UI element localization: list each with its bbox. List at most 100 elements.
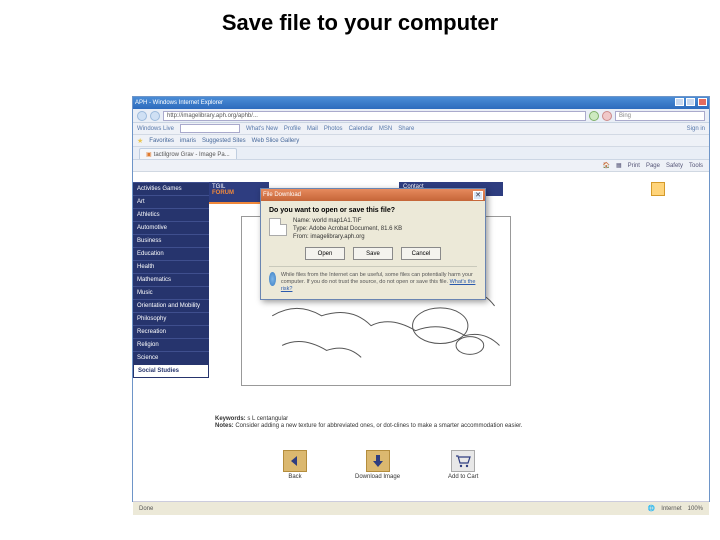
sidebar-item[interactable]: Philosophy	[133, 312, 209, 325]
search-box[interactable]: Bing	[615, 111, 705, 121]
file-name-label: Name:	[293, 218, 311, 224]
tab-title: tactilgrow Grav - Image Pa...	[154, 152, 230, 158]
cmd-feeds[interactable]: ▦	[616, 162, 622, 169]
sidebar-item[interactable]: Recreation	[133, 325, 209, 338]
file-name-value: world map1A1.TIF	[312, 218, 361, 224]
live-search-field[interactable]	[180, 124, 240, 133]
dialog-title: File Download	[263, 192, 301, 198]
sidebar-item[interactable]: Automotive	[133, 221, 209, 234]
live-profile[interactable]: Profile	[284, 126, 301, 132]
dialog-close-button[interactable]: ✕	[473, 191, 483, 200]
logo-line2: FORUM	[212, 190, 266, 196]
sidebar-item[interactable]: Business	[133, 234, 209, 247]
banner-widget[interactable]	[651, 182, 665, 196]
cart-icon	[451, 450, 475, 472]
cancel-button[interactable]: Cancel	[401, 247, 441, 260]
favbar-link-1[interactable]: imaris	[180, 138, 196, 144]
category-sidebar: Activities Games Art Athletics Automotiv…	[133, 182, 209, 378]
save-button[interactable]: Save	[353, 247, 393, 260]
forward-nav-button[interactable]	[150, 111, 160, 121]
cmd-safety[interactable]: Safety	[666, 163, 683, 169]
sidebar-item[interactable]: Religion	[133, 338, 209, 351]
file-type-value: Adobe Acrobat Document, 81.6 KB	[309, 226, 402, 232]
zoom-level[interactable]: 100%	[688, 506, 703, 512]
open-button[interactable]: Open	[305, 247, 345, 260]
live-photos[interactable]: Photos	[324, 126, 343, 132]
window-title: APH - Windows Internet Explorer	[135, 100, 223, 106]
dialog-warning: While files from the Internet can be use…	[269, 266, 477, 293]
live-calendar[interactable]: Calendar	[349, 126, 373, 132]
download-arrow-icon	[366, 450, 390, 472]
sidebar-item[interactable]: Science	[133, 351, 209, 364]
close-button[interactable]	[698, 98, 707, 106]
shield-icon	[269, 272, 276, 286]
cmd-tools[interactable]: Tools	[689, 163, 703, 169]
live-whatshot[interactable]: What's New	[246, 126, 278, 132]
keywords-value: s L centangular	[247, 416, 288, 422]
status-bar: Done 🌐 Internet 100%	[133, 501, 709, 515]
cmd-home[interactable]: 🏠	[602, 162, 609, 169]
sidebar-item[interactable]: Mathematics	[133, 273, 209, 286]
slide-title: Save file to your computer	[0, 0, 720, 42]
file-type-label: Type:	[293, 226, 308, 232]
file-info: Name: world map1A1.TIF Type: Adobe Acrob…	[293, 218, 402, 241]
sidebar-item-active[interactable]: Social Studies	[133, 364, 209, 378]
search-placeholder: Bing	[619, 113, 631, 119]
back-arrow-icon	[283, 450, 307, 472]
sidebar-item[interactable]: Athletics	[133, 208, 209, 221]
status-done: Done	[139, 506, 153, 512]
favbar-link-2[interactable]: Suggested Sites	[202, 138, 246, 144]
sidebar-item[interactable]: Education	[133, 247, 209, 260]
stop-button[interactable]	[602, 111, 612, 121]
file-download-dialog: File Download ✕ Do you want to open or s…	[260, 188, 486, 300]
tab-favicon-icon: ▣	[146, 151, 152, 158]
live-label: Windows Live	[137, 126, 174, 132]
favorites-label[interactable]: Favorites	[149, 138, 174, 144]
dialog-buttons: Open Save Cancel	[269, 247, 477, 260]
sidebar-item[interactable]: Art	[133, 195, 209, 208]
cart-label: Add to Cart	[448, 474, 478, 480]
warning-text: While files from the Internet can be use…	[281, 272, 473, 285]
windows-live-toolbar: Windows Live What's New Profile Mail Pho…	[133, 123, 709, 135]
dialog-body: Do you want to open or save this file? N…	[261, 201, 485, 299]
file-from-value: imagelibrary.aph.org	[310, 234, 364, 240]
cmd-page[interactable]: Page	[646, 163, 660, 169]
live-share[interactable]: Share	[398, 126, 414, 132]
dialog-question: Do you want to open or save this file?	[269, 207, 477, 214]
live-mail[interactable]: Mail	[307, 126, 318, 132]
sidebar-item[interactable]: Activities Games	[133, 182, 209, 195]
favorites-bar: ★ Favorites imaris Suggested Sites Web S…	[133, 135, 709, 147]
cart-action[interactable]: Add to Cart	[448, 450, 478, 480]
download-action[interactable]: Download Image	[355, 450, 400, 480]
back-nav-button[interactable]	[137, 111, 147, 121]
nav-toolbar: http://imagelibrary.aph.org/aphb/... Bin…	[133, 109, 709, 123]
back-label: Back	[288, 474, 301, 480]
back-action[interactable]: Back	[283, 450, 307, 480]
signin-link[interactable]: Sign in	[687, 126, 705, 132]
window-titlebar: APH - Windows Internet Explorer	[133, 97, 709, 109]
maximize-button[interactable]	[686, 98, 695, 106]
dialog-titlebar: File Download ✕	[261, 189, 485, 201]
refresh-button[interactable]	[589, 111, 599, 121]
window-controls	[674, 98, 707, 108]
address-url: http://imagelibrary.aph.org/aphb/...	[167, 113, 258, 119]
notes-value: Consider adding a new texture for abbrev…	[235, 423, 522, 429]
notes-label: Notes:	[215, 423, 234, 429]
sidebar-item[interactable]: Music	[133, 286, 209, 299]
keywords-label: Keywords:	[215, 416, 246, 422]
globe-icon: 🌐	[648, 505, 655, 512]
file-from-label: From:	[293, 234, 309, 240]
address-bar[interactable]: http://imagelibrary.aph.org/aphb/...	[163, 111, 586, 121]
minimize-button[interactable]	[675, 98, 684, 106]
download-label: Download Image	[355, 474, 400, 480]
browser-tab-active[interactable]: ▣ tactilgrow Grav - Image Pa...	[139, 148, 237, 159]
favbar-link-3[interactable]: Web Slice Gallery	[252, 138, 300, 144]
sidebar-item[interactable]: Orientation and Mobility	[133, 299, 209, 312]
live-msn[interactable]: MSN	[379, 126, 392, 132]
sidebar-item[interactable]: Health	[133, 260, 209, 273]
command-bar: 🏠 ▦ Print Page Safety Tools	[133, 160, 709, 172]
security-zone: Internet	[661, 506, 681, 512]
favorites-star-icon[interactable]: ★	[137, 137, 143, 145]
tab-strip: ▣ tactilgrow Grav - Image Pa...	[133, 147, 709, 160]
cmd-print[interactable]: Print	[628, 163, 640, 169]
